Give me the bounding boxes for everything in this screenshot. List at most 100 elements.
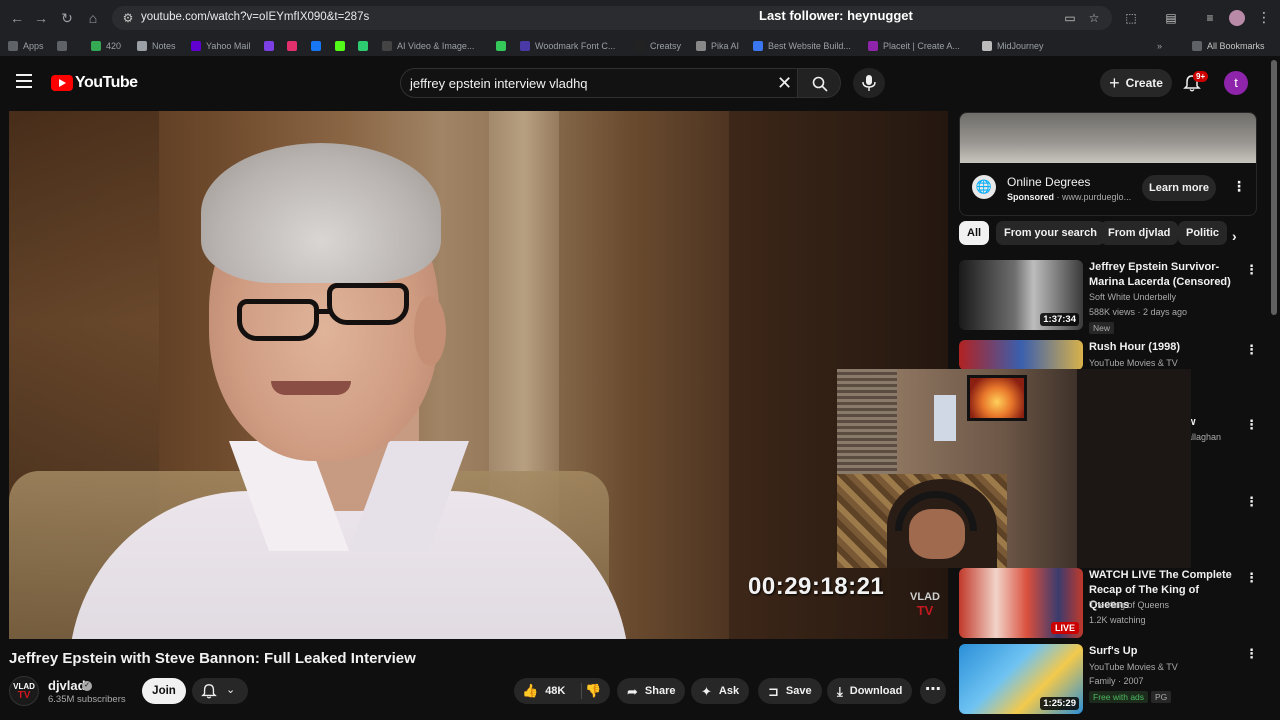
forward-icon[interactable]: →: [32, 9, 50, 27]
rec-title[interactable]: Rush Hour (1998): [1089, 340, 1235, 355]
search-button[interactable]: [797, 68, 841, 98]
rec-channel[interactable]: Soft White Underbelly: [1089, 292, 1176, 302]
recommendation-item[interactable]: 1:25:29 Surf's Up YouTube Movies & TV Fa…: [959, 644, 1258, 714]
save-button[interactable]: ⊐ Save: [758, 678, 822, 704]
home-icon[interactable]: ⌂: [84, 9, 102, 27]
bookmark-placeit[interactable]: Placeit | Create A...: [868, 39, 960, 53]
bookmark-yahoo-mail[interactable]: Yahoo Mail: [191, 39, 250, 53]
chevron-right-icon[interactable]: ›: [1232, 228, 1237, 244]
chip-from-djvlad[interactable]: From djvlad: [1100, 221, 1179, 245]
bookmark-star-icon[interactable]: ☆: [1086, 10, 1102, 26]
rec-channel[interactable]: YouTube Movies & TV: [1089, 662, 1178, 672]
bookmark-d[interactable]: [358, 39, 373, 53]
rec-menu-icon[interactable]: ⋮: [1245, 342, 1258, 358]
rec-menu-icon[interactable]: ⋮: [1245, 262, 1258, 278]
free-with-ads-badge: Free with ads: [1089, 691, 1149, 703]
instagram-icon: [287, 41, 297, 51]
new-badge: New: [1089, 322, 1115, 334]
reload-icon[interactable]: ↻: [58, 9, 76, 27]
extensions-icon[interactable]: ⬚: [1123, 10, 1139, 26]
video-thumbnail[interactable]: 1:37:34: [959, 260, 1083, 330]
recommendation-item[interactable]: LIVE WATCH LIVE The Complete Recap of Th…: [959, 568, 1258, 638]
video-duration: 1:25:29: [1040, 697, 1079, 710]
dislike-button[interactable]: 👎: [585, 684, 608, 698]
bookmark-favicon-icon: [635, 41, 645, 51]
rec-menu-icon[interactable]: ⋮: [1245, 646, 1258, 662]
plus-icon: +: [1109, 72, 1120, 93]
bookmark-420[interactable]: 420: [91, 39, 121, 53]
address-bar[interactable]: ⚙ youtube.com/watch?v=oIEYmfIX090&t=287s: [112, 6, 1112, 30]
like-button[interactable]: 👍 48K: [522, 684, 565, 697]
join-button[interactable]: Join: [142, 678, 186, 704]
bookmark-midjourney[interactable]: MidJourney: [982, 39, 1044, 53]
rec-channel[interactable]: YouTube Movies & TV: [1089, 358, 1178, 368]
user-avatar[interactable]: t: [1224, 71, 1248, 95]
ad-banner-image[interactable]: [960, 113, 1256, 163]
bookmark-notes[interactable]: Notes: [137, 39, 176, 53]
recommendation-item[interactable]: 1:37:34 Jeffrey Epstein Survivor-Marina …: [959, 260, 1258, 334]
bookmark-ai-video[interactable]: AI Video & Image...: [382, 39, 474, 53]
rec-menu-icon[interactable]: ⋮: [1245, 494, 1258, 510]
rec-title[interactable]: Surf's Up: [1089, 644, 1235, 659]
chip-all[interactable]: All: [959, 221, 990, 245]
all-bookmarks[interactable]: All Bookmarks: [1192, 39, 1265, 53]
youtube-logo[interactable]: YouTube: [51, 74, 138, 92]
rec-title[interactable]: Jeffrey Epstein Survivor-Marina Lacerda …: [1089, 260, 1235, 290]
bookmark-website-builder[interactable]: Best Website Build...: [753, 39, 851, 53]
share-icon: ➦: [627, 683, 638, 699]
bookmark-woodmark[interactable]: Woodmark Font C...: [520, 39, 615, 53]
create-button[interactable]: + Create: [1100, 69, 1172, 97]
recommendation-item[interactable]: Rush Hour (1998) YouTube Movies & TV ⋮: [959, 340, 1258, 370]
search-input[interactable]: jeffrey epstein interview vladhq ✕: [400, 68, 798, 98]
address-url[interactable]: youtube.com/watch?v=oIEYmfIX090&t=287s: [141, 11, 369, 23]
bookmark-apps[interactable]: Apps: [8, 39, 44, 53]
bookmark-instagram[interactable]: [287, 39, 302, 53]
channel-avatar[interactable]: VLAD TV: [9, 676, 39, 706]
bookmark-facebook[interactable]: [311, 39, 326, 53]
ad-menu-icon[interactable]: ⋮: [1232, 178, 1246, 195]
bookmark-favicon-icon: [496, 41, 506, 51]
ad-title[interactable]: Online Degrees: [1007, 175, 1090, 189]
search-query[interactable]: jeffrey epstein interview vladhq: [410, 76, 588, 91]
channel-name[interactable]: djvlad: [48, 678, 86, 693]
video-player[interactable]: 00:29:18:21 VLAD TV: [9, 111, 948, 639]
back-icon[interactable]: ←: [8, 9, 26, 27]
subscription-notifications-button[interactable]: ⌄: [192, 678, 248, 704]
bookmark-grid[interactable]: [57, 39, 72, 53]
learn-more-button[interactable]: Learn more: [1142, 175, 1216, 201]
chip-from-your-search[interactable]: From your search: [996, 221, 1105, 245]
bookmark-pika-ai[interactable]: Pika AI: [696, 39, 739, 53]
save-playlist-icon: ⊐: [768, 683, 779, 699]
share-button[interactable]: ➦ Share: [617, 678, 686, 704]
browser-menu-icon[interactable]: ⋮: [1257, 9, 1271, 26]
chip-politics[interactable]: Politic: [1178, 221, 1228, 245]
sponsored-ad-card[interactable]: 🌐 Online Degrees Sponsored · www.purdueg…: [959, 112, 1257, 216]
ask-button[interactable]: ✦ Ask: [691, 678, 750, 704]
clear-search-icon[interactable]: ✕: [777, 73, 792, 94]
youtube-play-icon: [51, 75, 73, 91]
bookmark-twitch[interactable]: [264, 39, 279, 53]
page-scrollbar[interactable]: [1271, 60, 1277, 315]
video-thumbnail[interactable]: LIVE: [959, 568, 1083, 638]
rec-menu-icon[interactable]: ⋮: [1245, 570, 1258, 586]
video-thumbnail[interactable]: [959, 340, 1083, 370]
rec-menu-icon[interactable]: ⋮: [1245, 417, 1258, 433]
cast-icon[interactable]: ▭: [1062, 10, 1078, 26]
kick-icon: [335, 41, 345, 51]
media-control-icon[interactable]: ≡: [1202, 10, 1218, 26]
bookmark-creatsy[interactable]: Creatsy: [635, 39, 681, 53]
bookmark-kick[interactable]: [335, 39, 350, 53]
rec-channel[interactable]: The King of Queens: [1089, 600, 1169, 610]
side-panel-icon[interactable]: ▤: [1163, 10, 1179, 26]
bookmark-green[interactable]: [496, 39, 511, 53]
more-actions-button[interactable]: ⋯: [920, 678, 946, 704]
bookmarks-overflow-icon[interactable]: »: [1157, 39, 1162, 53]
rec-channel[interactable]: allaghan: [1187, 432, 1221, 442]
menu-icon[interactable]: [16, 74, 32, 88]
download-button[interactable]: ⤓ Download: [827, 678, 913, 704]
site-info-icon[interactable]: ⚙: [120, 10, 136, 26]
video-thumbnail[interactable]: 1:25:29: [959, 644, 1083, 714]
globe-icon: 🌐: [972, 175, 996, 199]
voice-search-button[interactable]: [853, 68, 885, 98]
browser-profile-avatar[interactable]: [1229, 10, 1245, 26]
